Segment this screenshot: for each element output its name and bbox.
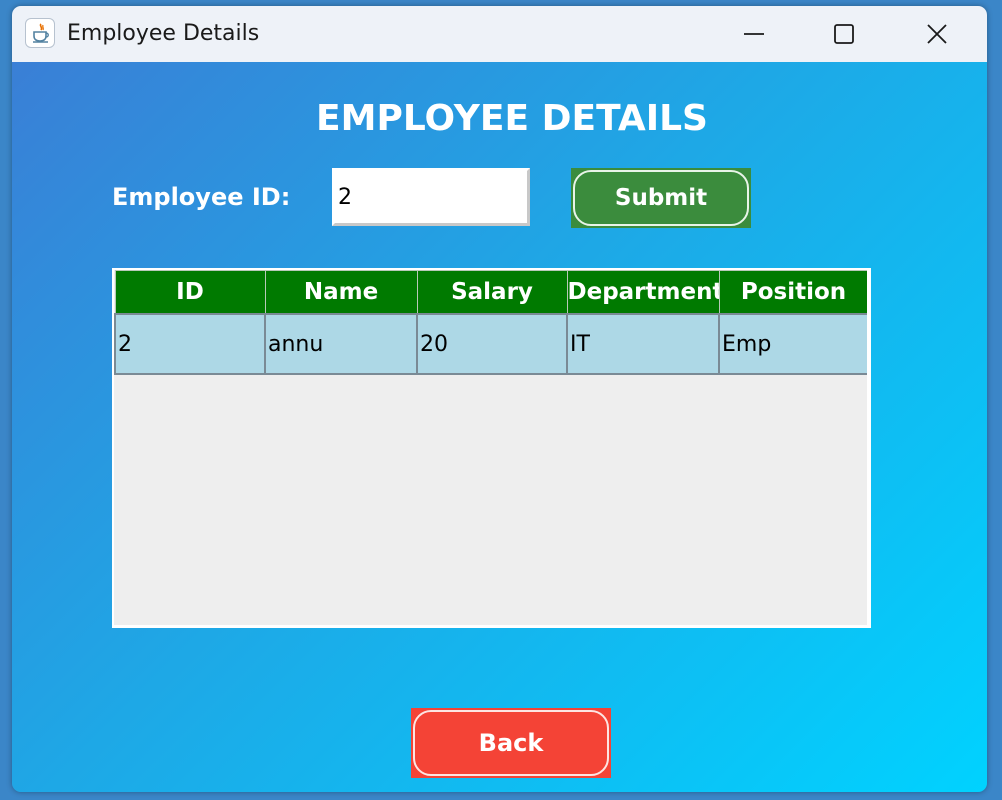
window-title: Employee Details <box>67 21 260 46</box>
table-header-row: ID Name Salary Department Position <box>114 270 867 315</box>
employee-id-input[interactable] <box>332 168 530 226</box>
employee-table[interactable]: ID Name Salary Department Position 2 ann… <box>112 268 871 628</box>
submit-button-label: Submit <box>573 170 749 226</box>
maximize-icon <box>834 24 854 44</box>
title-bar[interactable]: Employee Details <box>12 6 987 62</box>
back-button[interactable]: Back <box>411 708 611 778</box>
column-header-department[interactable]: Department <box>566 270 720 315</box>
back-button-label: Back <box>413 710 609 776</box>
column-header-name[interactable]: Name <box>264 270 418 315</box>
java-cup-icon <box>25 18 55 48</box>
app-window: Employee Details EMPLOYEE DETAILS Employ… <box>12 6 987 792</box>
close-icon <box>927 24 947 44</box>
page-title: EMPLOYEE DETAILS <box>316 98 708 139</box>
column-header-position[interactable]: Position <box>718 270 867 315</box>
minimize-icon <box>744 33 764 35</box>
cell-name[interactable]: annu <box>264 313 418 375</box>
cell-id[interactable]: 2 <box>114 313 266 375</box>
cell-salary[interactable]: 20 <box>416 313 568 375</box>
table-row[interactable]: 2 annu 20 IT Emp <box>114 313 867 375</box>
column-header-salary[interactable]: Salary <box>416 270 568 315</box>
employee-id-label: Employee ID: <box>112 183 291 211</box>
submit-button[interactable]: Submit <box>571 168 751 228</box>
minimize-button[interactable] <box>709 6 799 62</box>
column-header-id[interactable]: ID <box>114 270 266 315</box>
close-button[interactable] <box>892 6 982 62</box>
maximize-button[interactable] <box>799 6 889 62</box>
cell-department[interactable]: IT <box>566 313 720 375</box>
cell-position[interactable]: Emp <box>718 313 867 375</box>
main-panel: EMPLOYEE DETAILS Employee ID: Submit ID … <box>12 62 987 792</box>
